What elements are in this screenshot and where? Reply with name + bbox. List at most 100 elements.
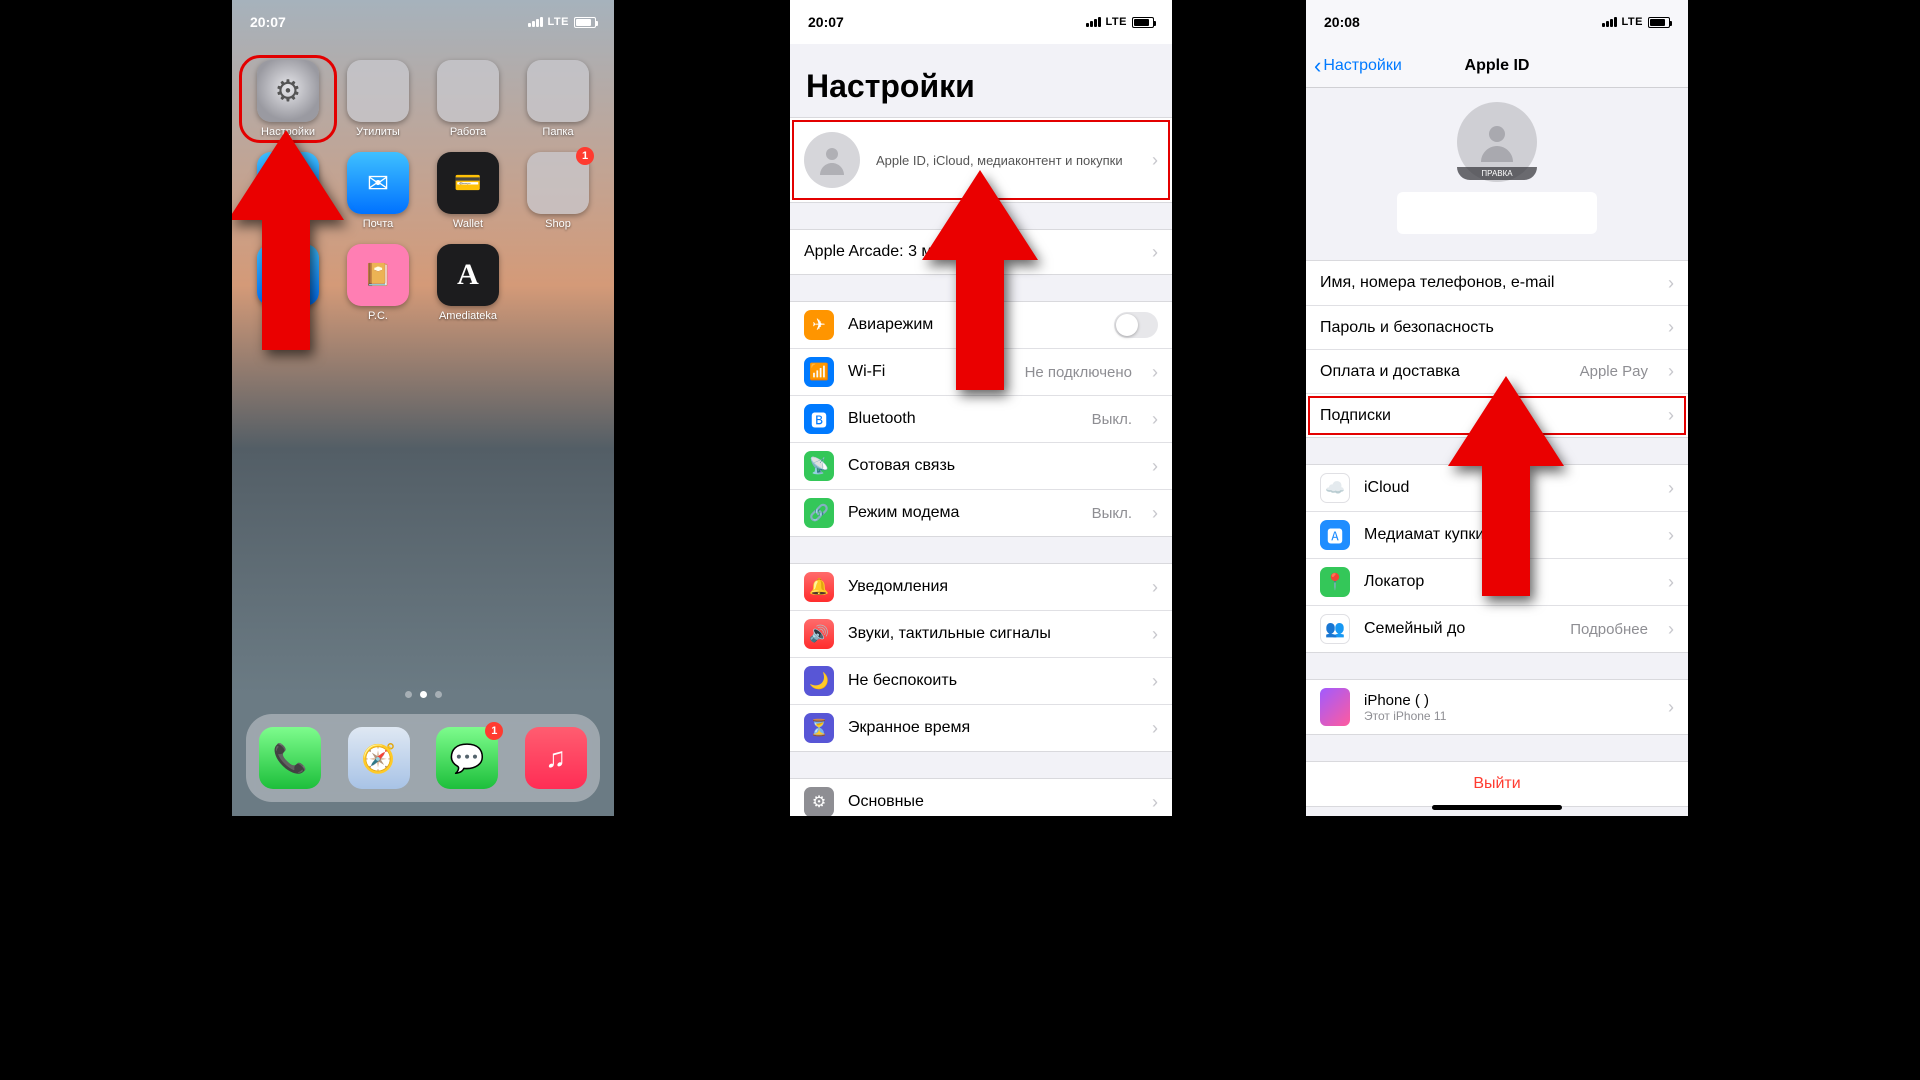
notifications-group: 🔔Уведомления› 🔊 Звуки, тактильные сигналы ›… [790, 563, 1172, 752]
settings-row-Подписки[interactable]: Подписки› [1306, 393, 1688, 437]
loc-icon: 📍 [1320, 567, 1350, 597]
row-value: Подробнее [1570, 621, 1648, 638]
chevron-icon: › [1668, 525, 1674, 546]
status-bar: 20:08 LTE [1306, 0, 1688, 44]
chevron-icon: › [1152, 150, 1158, 171]
row-label: Режим модема [848, 504, 1078, 522]
app-label: Wallet [453, 218, 483, 230]
settings-row-Медиамат купки[interactable]: 🅰Медиамат купки› [1306, 511, 1688, 558]
status-right: LTE [1086, 16, 1154, 28]
app-blue[interactable] [244, 152, 332, 230]
connectivity-group: ✈Авиарежим📶Wi-FiНе подключено›🅱Bluetooth… [790, 301, 1172, 537]
status-time: 20:08 [1324, 14, 1360, 30]
home-grid: ⚙Настройки Утилиты РаботаПапка ✉Почта💳 Walle… [244, 60, 602, 322]
settings-row-Авиарежим[interactable]: ✈Авиарежим [790, 302, 1172, 348]
promo-label: Apple Arcade: 3 м бесплатно [804, 243, 1132, 261]
page-dots[interactable] [232, 691, 614, 698]
dock-safari[interactable]: 🧭 [348, 727, 410, 789]
signal-icon [1086, 17, 1101, 27]
app-blue[interactable] [244, 244, 332, 322]
moon-icon: 🌙 [804, 666, 834, 696]
app-Amediateka[interactable]: A Amediateka [424, 244, 512, 322]
battery-icon [574, 17, 596, 28]
app-Настройки[interactable]: ⚙Настройки [244, 60, 332, 138]
chevron-icon: › [1668, 478, 1674, 499]
row-label: Звуки, тактильные сигналы [848, 625, 1132, 643]
screen-home: 20:07 LTE ⚙НастройкиУтилитыРаботаПапка✉П… [232, 0, 614, 816]
wallpaper: 20:07 LTE ⚙НастройкиУтилитыРаботаПапка✉П… [232, 0, 614, 816]
app-Shop[interactable]: 1Shop [514, 152, 602, 230]
settings-row-iCloud[interactable]: ☁️iCloud› [1306, 465, 1688, 511]
chevron-icon: › [1152, 792, 1158, 813]
settings-row-Не беспокоить[interactable]: 🌙Не беспокоить› [790, 657, 1172, 704]
hot-icon: 🔗 [804, 498, 834, 528]
network-label: LTE [1106, 16, 1127, 28]
app-label: Утилиты [356, 126, 400, 138]
profile-row[interactable]: Apple ID, iCloud, медиаконтент и покупки… [790, 117, 1172, 203]
edit-label: ПРАВКА [1457, 167, 1537, 180]
settings-row-Сотовая связь[interactable]: 📡Сотовая связь› [790, 442, 1172, 489]
chevron-icon: › [1152, 577, 1158, 598]
dock-music[interactable]: ♫ [525, 727, 587, 789]
settings-row-Режим модема[interactable]: 🔗Режим модемаВыкл.› [790, 489, 1172, 536]
folder-icon [347, 60, 409, 122]
chevron-icon: › [1152, 718, 1158, 739]
avatar-icon[interactable]: ПРАВКА [1457, 102, 1537, 182]
app-Wallet[interactable]: 💳 Wallet [424, 152, 512, 230]
promo-row[interactable]: Apple Arcade: 3 м бесплатно › [790, 230, 1172, 274]
chevron-icon: › [1152, 456, 1158, 477]
row-label: Не беспокоить [848, 672, 1132, 690]
bell-icon: 🔔 [804, 572, 834, 602]
signout-button[interactable]: Выйти [1306, 762, 1688, 806]
settings-scroll[interactable]: Настройки Apple ID, iCloud, медиаконтент… [790, 44, 1172, 816]
settings-row-Семейный до[interactable]: 👥Семейный доПодробнее› [1306, 605, 1688, 652]
row-label: Wi-Fi [848, 363, 1011, 381]
amed-icon: A [437, 244, 499, 306]
snd-icon: 🔊 [804, 619, 834, 649]
status-time: 20:07 [808, 14, 844, 30]
home-indicator[interactable] [1432, 805, 1562, 810]
settings-row-Звуки, тактильные сигналы[interactable]: 🔊Звуки, тактильные сигналы› [790, 610, 1172, 657]
row-value: Выкл. [1092, 505, 1132, 522]
chevron-icon: › [1668, 697, 1674, 718]
app-label: Почта [363, 218, 394, 230]
app-Папка[interactable]: Папка [514, 60, 602, 138]
settings-row-Оплата и доставка[interactable]: Оплата и доставкаApple Pay› [1306, 349, 1688, 393]
settings-row-Экранное время[interactable]: ⏳Экранное время› [790, 704, 1172, 751]
name-placeholder [1397, 192, 1597, 234]
pc-icon: 📔 [347, 244, 409, 306]
gear-icon: ⚙ [804, 787, 834, 816]
app-label: P.C. [368, 310, 388, 322]
settings-row-Bluetooth[interactable]: 🅱BluetoothВыкл.› [790, 395, 1172, 442]
toggle[interactable] [1114, 312, 1158, 338]
dock-messages[interactable]: 💬1 [436, 727, 498, 789]
back-button[interactable]: ‹Настройки [1314, 55, 1402, 77]
chevron-icon: › [1668, 619, 1674, 640]
settings-row-Основные[interactable]: ⚙Основные› [790, 779, 1172, 816]
wallet-icon: 💳 [437, 152, 499, 214]
settings-row-Уведомления[interactable]: 🔔Уведомления› [790, 564, 1172, 610]
devices-group: iPhone ( ) Этот iPhone 11 › [1306, 679, 1688, 735]
chevron-icon: › [1152, 409, 1158, 430]
row-label: Сотовая связь [848, 457, 1132, 475]
row-label: iCloud [1364, 479, 1648, 497]
device-row[interactable]: iPhone ( ) Этот iPhone 11 › [1306, 680, 1688, 734]
settings-row-Имя, номера телефонов, e-mail[interactable]: Имя, номера телефонов, e-mail› [1306, 261, 1688, 305]
network-label: LTE [1622, 16, 1643, 28]
fam-icon: 👥 [1320, 614, 1350, 644]
app-label: Amediateka [439, 310, 497, 322]
settings-row-Локатор[interactable]: 📍Локатор› [1306, 558, 1688, 605]
settings-row-Пароль и безопасность[interactable]: Пароль и безопасность› [1306, 305, 1688, 349]
app-Почта[interactable]: ✉Почта [334, 152, 422, 230]
settings-row-Wi-Fi[interactable]: 📶Wi-FiНе подключено› [790, 348, 1172, 395]
app-Работа[interactable]: Работа [424, 60, 512, 138]
app-P.C.[interactable]: 📔 P.C. [334, 244, 422, 322]
chevron-icon: › [1668, 317, 1674, 338]
row-label: Подписки [1320, 407, 1648, 425]
app-Утилиты[interactable]: Утилиты [334, 60, 422, 138]
wifi-icon: 📶 [804, 357, 834, 387]
chevron-left-icon: ‹ [1314, 55, 1321, 77]
dock-phone[interactable]: 📞 [259, 727, 321, 789]
network-label: LTE [548, 16, 569, 28]
device-icon [1320, 688, 1350, 726]
